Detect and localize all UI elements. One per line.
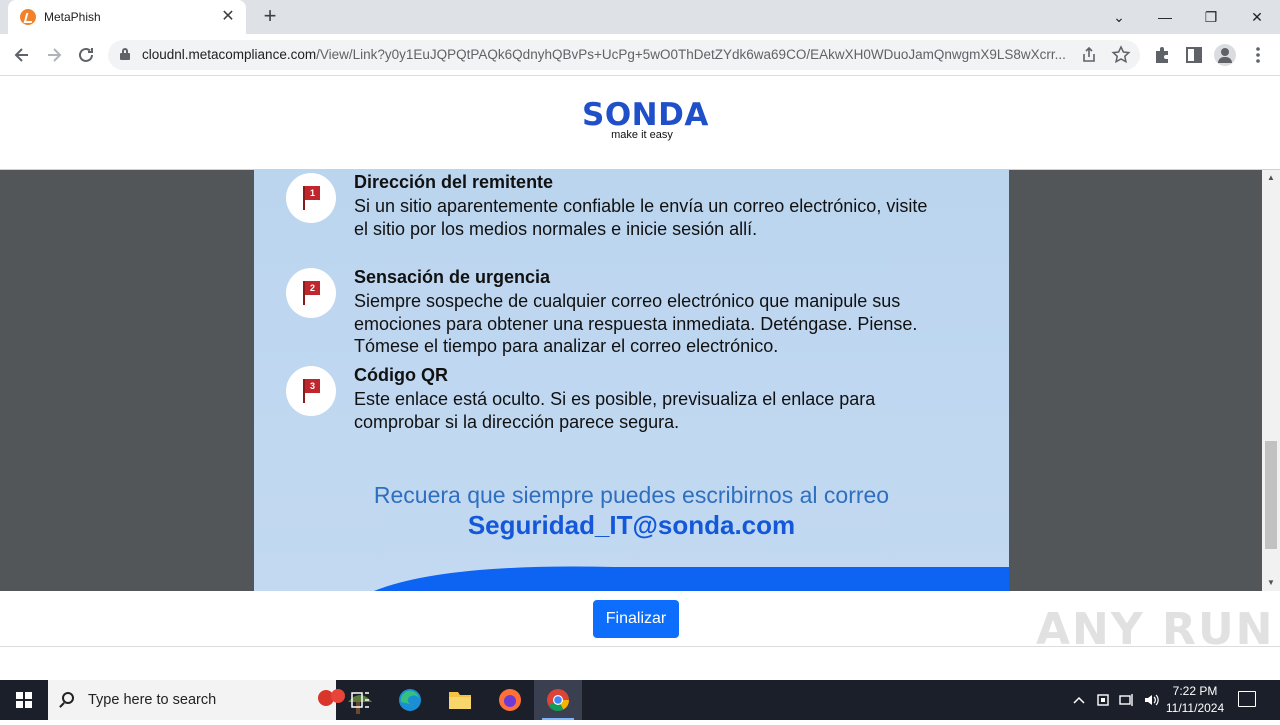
- taskbar-clock[interactable]: 7:22 PM 11/11/2024: [1160, 683, 1230, 717]
- awareness-sheet: 1 Dirección del remitente Si un sitio ap…: [254, 170, 1009, 591]
- close-window-button[interactable]: ✕: [1245, 5, 1269, 29]
- start-button[interactable]: [0, 680, 48, 720]
- bookmark-star-icon[interactable]: [1110, 44, 1132, 66]
- tab-list-icon[interactable]: ⌄: [1107, 5, 1131, 29]
- page: SONDA make it easy 1 Dirección del remit…: [0, 77, 1280, 680]
- task-view-icon[interactable]: [336, 680, 384, 720]
- search-icon: [62, 692, 74, 704]
- address-bar[interactable]: cloudnl.metacompliance.com/View/Link?y0y…: [108, 40, 1140, 70]
- windows-logo-icon: [16, 692, 32, 708]
- browser-toolbar: cloudnl.metacompliance.com/View/Link?y0y…: [0, 34, 1280, 76]
- back-icon[interactable]: [9, 42, 35, 68]
- tray-chevron-up-icon[interactable]: [1070, 690, 1088, 710]
- restore-button[interactable]: ❐: [1199, 5, 1223, 29]
- extensions-icon[interactable]: [1149, 42, 1175, 68]
- metaphish-favicon-icon: [20, 9, 36, 25]
- taskbar-search-box[interactable]: Type here to search: [48, 680, 372, 720]
- tip-text: Este enlace está oculto. Si es posible, …: [354, 389, 876, 432]
- file-explorer-icon[interactable]: [436, 680, 484, 720]
- new-tab-button[interactable]: +: [258, 5, 282, 29]
- forward-icon[interactable]: [41, 42, 67, 68]
- side-panel-icon[interactable]: [1181, 42, 1207, 68]
- scroll-thumb[interactable]: [1265, 441, 1277, 549]
- contact-line: Recuera que siempre puedes escribirnos a…: [373, 482, 890, 508]
- network-icon[interactable]: [1118, 690, 1136, 710]
- flag-2-icon: 2: [286, 268, 336, 318]
- notifications-icon[interactable]: [1238, 691, 1256, 707]
- finalizar-button[interactable]: Finalizar: [593, 600, 679, 638]
- wave-decoration: [374, 566, 1009, 591]
- volume-icon[interactable]: [1142, 690, 1160, 710]
- minimize-button[interactable]: —: [1153, 5, 1177, 29]
- vertical-scrollbar[interactable]: ▲ ▼: [1262, 170, 1280, 591]
- windows-taskbar: Type here to search 7:22 PM 11/11/2024: [0, 680, 1280, 720]
- reload-icon[interactable]: [73, 42, 99, 68]
- edge-icon[interactable]: [386, 680, 434, 720]
- chrome-icon[interactable]: [534, 680, 582, 720]
- scroll-up-arrow-icon[interactable]: ▲: [1262, 170, 1280, 186]
- flag-3-icon: 3: [286, 366, 336, 416]
- tip-title: Dirección del remitente: [354, 172, 554, 192]
- firefox-icon[interactable]: [486, 680, 534, 720]
- contact-email[interactable]: Seguridad_IT@sonda.com: [254, 510, 1009, 541]
- tip-text: Si un sitio aparentemente confiable le e…: [354, 196, 928, 239]
- share-icon[interactable]: [1078, 44, 1100, 66]
- tip-title: Sensación de urgencia: [354, 267, 551, 287]
- anyrun-watermark: ANY RUN: [1036, 604, 1275, 655]
- lock-icon[interactable]: [120, 48, 130, 60]
- document-viewer[interactable]: 1 Dirección del remitente Si un sitio ap…: [0, 170, 1262, 591]
- flag-1-icon: 1: [286, 173, 336, 223]
- sonda-logo: SONDA make it easy: [582, 97, 709, 141]
- scroll-down-arrow-icon[interactable]: ▼: [1262, 575, 1280, 591]
- tab-title: MetaPhish: [44, 10, 101, 24]
- page-header: SONDA make it easy: [0, 77, 1280, 170]
- tab-strip: MetaPhish ✕ + ⌄ — ❐ ✕: [0, 0, 1280, 34]
- tip-text: Siempre sospeche de cualquier correo ele…: [354, 291, 918, 356]
- browser-tab[interactable]: MetaPhish ✕: [8, 0, 246, 34]
- menu-icon[interactable]: [1245, 42, 1271, 68]
- url-text[interactable]: cloudnl.metacompliance.com/View/Link?y0y…: [142, 47, 1072, 62]
- profile-icon[interactable]: [1214, 44, 1236, 66]
- tip-title: Código QR: [354, 365, 448, 385]
- device-icon[interactable]: [1094, 690, 1112, 710]
- tab-close-icon[interactable]: ✕: [218, 7, 238, 27]
